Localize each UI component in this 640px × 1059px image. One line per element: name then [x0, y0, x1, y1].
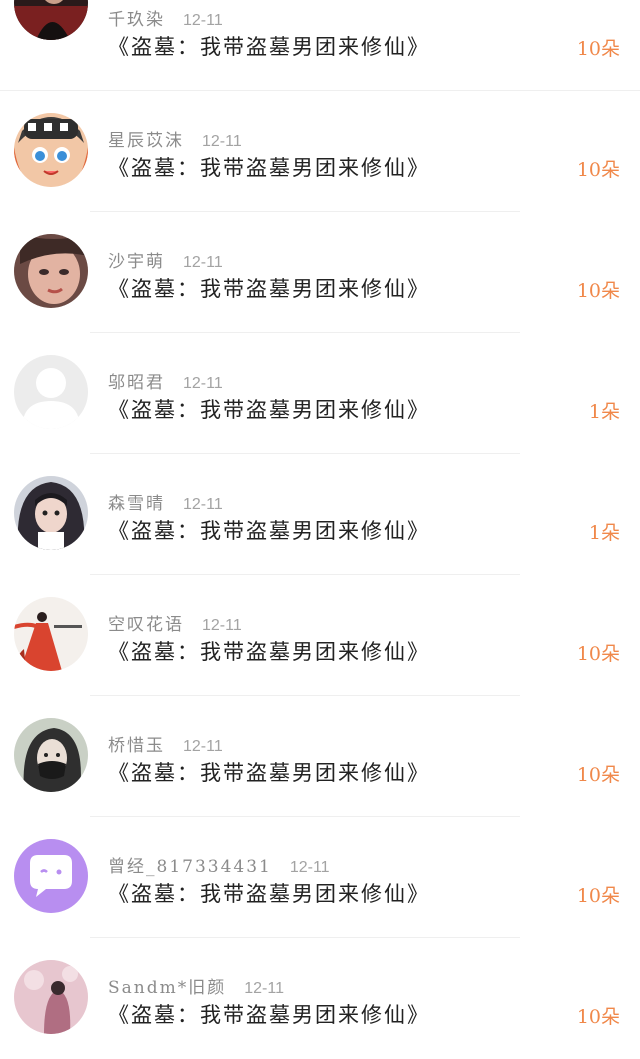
- gift-date: 12-11: [183, 12, 223, 29]
- book-title: 《盗墓：我带盗墓男团来修仙》: [108, 277, 430, 301]
- avatar[interactable]: [14, 597, 88, 671]
- gift-date: 12-11: [183, 496, 223, 513]
- avatar[interactable]: [14, 234, 88, 308]
- chat-bubble-avatar-icon: [14, 839, 88, 913]
- user-name: 曾经_817334431: [108, 857, 272, 877]
- book-title: 《盗墓：我带盗墓男团来修仙》: [108, 882, 430, 906]
- gift-amount: 10朵: [576, 764, 620, 786]
- avatar[interactable]: [14, 718, 88, 792]
- user-name: 空叹花语: [108, 615, 184, 635]
- photo-avatar-hood-icon: [14, 476, 88, 550]
- meta-line: 邬昭君 12-11: [108, 368, 223, 393]
- avatar[interactable]: [14, 839, 88, 913]
- photo-avatar-pink-icon: [14, 960, 88, 1034]
- gift-date: 12-11: [183, 375, 223, 392]
- default-user-avatar-icon: [14, 355, 88, 429]
- avatar[interactable]: [14, 113, 88, 187]
- ink-red-figure-avatar-icon: [14, 597, 88, 671]
- list-item[interactable]: 森雪晴 12-11 《盗墓：我带盗墓男团来修仙》 1朵: [0, 454, 640, 575]
- gift-date: 12-11: [289, 859, 330, 876]
- gift-record-list: 千玖染 12-11 《盗墓：我带盗墓男团来修仙》 10朵 星辰苡沫 12-11: [0, 0, 640, 1034]
- photo-avatar-face-icon: [14, 234, 88, 308]
- photo-avatar-dark-icon: [14, 0, 88, 40]
- avatar[interactable]: [14, 960, 88, 1034]
- gift-date: 12-11: [183, 738, 223, 755]
- gift-date: 12-11: [202, 617, 242, 634]
- meta-line: 空叹花语 12-11: [108, 610, 242, 635]
- user-name: 沙宇萌: [108, 252, 165, 272]
- book-title: 《盗墓：我带盗墓男团来修仙》: [108, 640, 430, 664]
- user-name: Sandm*旧颜: [108, 978, 227, 998]
- gift-amount: 10朵: [576, 885, 620, 907]
- gift-date: 12-11: [202, 133, 242, 150]
- list-item[interactable]: 空叹花语 12-11 《盗墓：我带盗墓男团来修仙》 10朵: [0, 575, 640, 696]
- meta-line: 桥惜玉 12-11: [108, 731, 223, 756]
- gift-date: 12-11: [244, 980, 284, 997]
- avatar[interactable]: [14, 476, 88, 550]
- book-title: 《盗墓：我带盗墓男团来修仙》: [108, 519, 430, 543]
- list-item[interactable]: Sandm*旧颜 12-11 《盗墓：我带盗墓男团来修仙》 10朵: [0, 938, 640, 1059]
- gift-amount: 10朵: [576, 38, 620, 60]
- avatar[interactable]: [14, 0, 88, 40]
- gift-amount: 1朵: [588, 522, 620, 544]
- user-name: 邬昭君: [108, 373, 165, 393]
- cartoon-girl-avatar-icon: [14, 113, 88, 187]
- book-title: 《盗墓：我带盗墓男团来修仙》: [108, 156, 430, 180]
- avatar[interactable]: [14, 355, 88, 429]
- user-name: 桥惜玉: [108, 736, 165, 756]
- list-item[interactable]: 桥惜玉 12-11 《盗墓：我带盗墓男团来修仙》 10朵: [0, 696, 640, 817]
- meta-line: 森雪晴 12-11: [108, 489, 223, 514]
- gift-amount: 10朵: [576, 159, 620, 181]
- book-title: 《盗墓：我带盗墓男团来修仙》: [108, 761, 430, 785]
- gift-amount: 1朵: [588, 401, 620, 423]
- list-item[interactable]: 沙宇萌 12-11 《盗墓：我带盗墓男团来修仙》 10朵: [0, 212, 640, 333]
- user-name: 森雪晴: [108, 494, 165, 514]
- user-name: 千玖染: [108, 10, 165, 30]
- list-item[interactable]: 邬昭君 12-11 《盗墓：我带盗墓男团来修仙》 1朵: [0, 333, 640, 454]
- meta-line: Sandm*旧颜 12-11: [108, 973, 284, 998]
- meta-line: 沙宇萌 12-11: [108, 247, 223, 272]
- user-name: 星辰苡沫: [108, 131, 184, 151]
- list-item[interactable]: 千玖染 12-11 《盗墓：我带盗墓男团来修仙》 10朵: [0, 0, 640, 91]
- gift-date: 12-11: [183, 254, 223, 271]
- list-item[interactable]: 曾经_817334431 12-11 《盗墓：我带盗墓男团来修仙》 10朵: [0, 817, 640, 938]
- gift-amount: 10朵: [576, 643, 620, 665]
- meta-line: 曾经_817334431 12-11: [108, 852, 330, 877]
- meta-line: 千玖染 12-11: [108, 5, 223, 30]
- book-title: 《盗墓：我带盗墓男团来修仙》: [108, 35, 430, 59]
- photo-avatar-mask-icon: [14, 718, 88, 792]
- list-item[interactable]: 星辰苡沫 12-11 《盗墓：我带盗墓男团来修仙》 10朵: [0, 91, 640, 212]
- gift-amount: 10朵: [576, 280, 620, 302]
- meta-line: 星辰苡沫 12-11: [108, 126, 242, 151]
- book-title: 《盗墓：我带盗墓男团来修仙》: [108, 398, 430, 422]
